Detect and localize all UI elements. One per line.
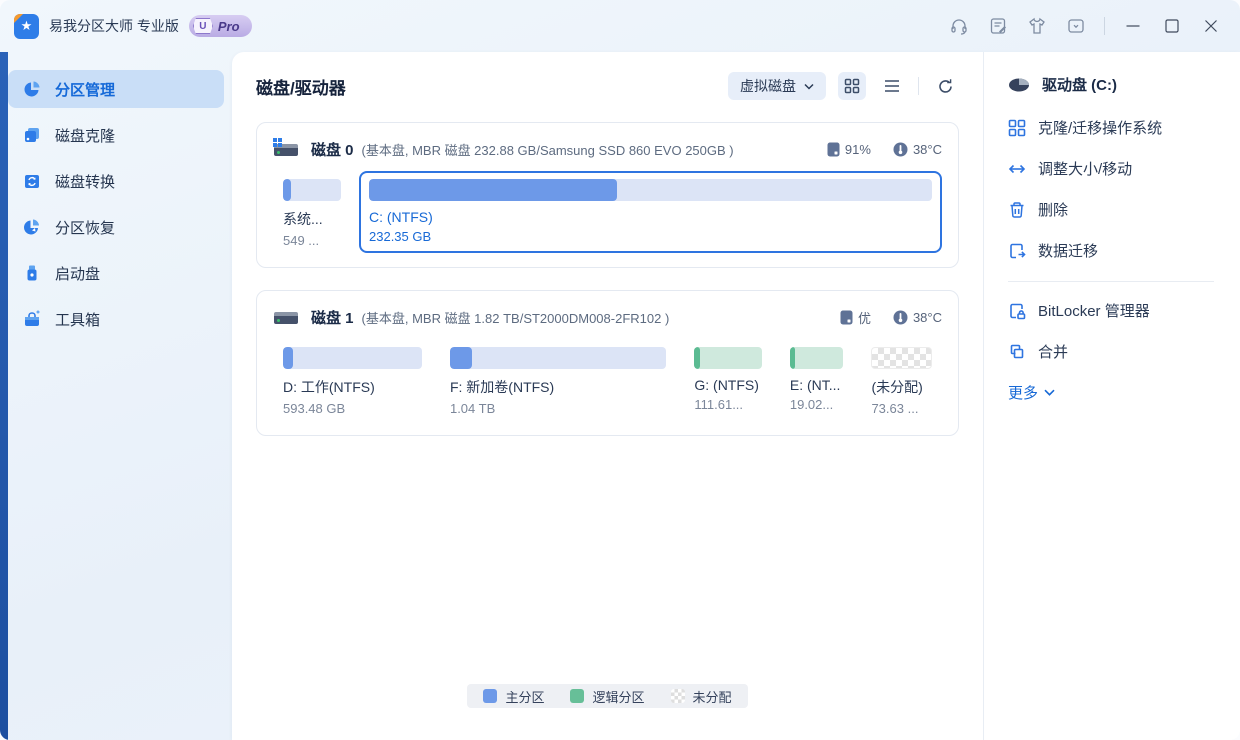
disk-card-1: 磁盘 1 (基本盘, MBR 磁盘 1.82 TB/ST2000DM008-2F… [256, 290, 959, 436]
panel-divider [1008, 281, 1214, 282]
page-title: 磁盘/驱动器 [256, 74, 346, 99]
refresh-icon [937, 78, 954, 95]
toolbar-separator [918, 77, 919, 95]
toolbox-icon [22, 309, 42, 329]
disk-temperature-badge: 38°C [893, 142, 942, 157]
action-data-migration[interactable]: 数据迁移 [1008, 240, 1230, 261]
windows-badge-icon [273, 138, 282, 147]
more-actions-link[interactable]: 更多 [1008, 382, 1230, 403]
app-logo-icon: ★ [14, 14, 39, 39]
sidebar: 分区管理 磁盘克隆 磁盘转换 [8, 52, 232, 740]
merge-icon [1008, 343, 1026, 361]
bootable-usb-icon [22, 263, 42, 283]
disk-icon [273, 306, 299, 328]
pro-badge: U Pro [189, 15, 252, 37]
ssd-health-icon [840, 310, 853, 325]
action-clone-migrate-os[interactable]: 克隆/迁移操作系统 [1008, 117, 1230, 138]
disk-convert-icon [22, 171, 42, 191]
list-view-icon [884, 79, 900, 93]
thermometer-icon [893, 142, 908, 157]
bitlocker-lock-icon [1008, 302, 1026, 320]
sidebar-item-bootable-disk[interactable]: 启动盘 [8, 254, 224, 292]
selected-drive-header: 驱动盘 (C:) [1008, 74, 1230, 95]
sidebar-item-disk-convert[interactable]: 磁盘转换 [8, 162, 224, 200]
grid-view-icon [844, 78, 860, 94]
legend-unallocated: 未分配 [671, 687, 732, 706]
partition-g[interactable]: G: (NTFS) 111.61... [684, 339, 772, 421]
legend-primary: 主分区 [483, 687, 544, 706]
disk-details: (基本盘, MBR 磁盘 1.82 TB/ST2000DM008-2FR102 … [362, 308, 670, 327]
app-window: ★ 易我分区大师 专业版 U Pro [0, 0, 1240, 740]
minimize-icon[interactable] [1122, 15, 1144, 37]
grid-view-button[interactable] [838, 72, 866, 100]
clone-os-grid-icon [1008, 119, 1026, 137]
action-delete[interactable]: 删除 [1008, 199, 1230, 220]
theme-tshirt-icon[interactable] [1026, 15, 1048, 37]
chevron-down-icon [804, 83, 814, 90]
disk-details: (基本盘, MBR 磁盘 232.88 GB/Samsung SSD 860 E… [362, 140, 734, 159]
sidebar-item-toolbox[interactable]: 工具箱 [8, 300, 224, 338]
maximize-icon[interactable] [1161, 15, 1183, 37]
system-disk-icon [273, 138, 299, 160]
logical-swatch-icon [570, 689, 584, 703]
app-title: 易我分区大师 专业版 [49, 16, 179, 36]
disk-temperature-badge: 38°C [893, 310, 942, 325]
menu-box-icon[interactable] [1065, 15, 1087, 37]
drive-pie-icon [1008, 77, 1030, 93]
sidebar-item-partition-recovery[interactable]: 分区恢复 [8, 208, 224, 246]
disk-list-panel: 磁盘/驱动器 虚拟磁盘 [232, 52, 984, 740]
sidebar-item-partition-manager[interactable]: 分区管理 [8, 70, 224, 108]
trash-icon [1008, 201, 1026, 219]
thermometer-icon [893, 310, 908, 325]
partition-unallocated[interactable]: (未分配) 73.63 ... [861, 339, 942, 425]
action-panel: 驱动盘 (C:) 克隆/迁移操作系统 调整大小/移动 [984, 52, 1240, 740]
partition-recovery-icon [22, 217, 42, 237]
titlebar-separator [1104, 17, 1105, 35]
close-icon[interactable] [1200, 15, 1222, 37]
refresh-button[interactable] [931, 72, 959, 100]
resize-move-icon [1008, 160, 1026, 178]
action-bitlocker-manager[interactable]: BitLocker 管理器 [1008, 300, 1230, 321]
partition-legend: 主分区 逻辑分区 未分配 [467, 684, 747, 708]
ssd-health-icon [827, 142, 840, 157]
primary-swatch-icon [483, 689, 497, 703]
sidebar-item-disk-clone[interactable]: 磁盘克隆 [8, 116, 224, 154]
unallocated-swatch-icon [671, 689, 685, 703]
virtual-disk-dropdown[interactable]: 虚拟磁盘 [728, 72, 826, 100]
headset-icon[interactable] [948, 15, 970, 37]
disk-clone-icon [22, 125, 42, 145]
pie-partition-icon [22, 79, 42, 99]
partition-e[interactable]: E: (NT... 19.02... [780, 339, 854, 421]
action-merge[interactable]: 合并 [1008, 341, 1230, 362]
titlebar: ★ 易我分区大师 专业版 U Pro [0, 0, 1240, 52]
list-view-button[interactable] [878, 72, 906, 100]
partition-system-reserved[interactable]: 系统... 549 ... [273, 171, 351, 257]
partition-f[interactable]: F: 新加卷(NTFS) 1.04 TB [440, 339, 676, 425]
chevron-down-icon [1044, 389, 1055, 396]
partition-c-selected[interactable]: C: (NTFS) 232.35 GB [359, 171, 942, 253]
disk-card-0: 磁盘 0 (基本盘, MBR 磁盘 232.88 GB/Samsung SSD … [256, 122, 959, 268]
disk-health-badge: 91% [827, 142, 871, 157]
partition-d[interactable]: D: 工作(NTFS) 593.48 GB [273, 339, 432, 425]
data-migrate-icon [1008, 242, 1026, 260]
feedback-note-icon[interactable] [987, 15, 1009, 37]
legend-logical: 逻辑分区 [570, 687, 644, 706]
disk-name: 磁盘 0 [311, 139, 354, 160]
disk-name: 磁盘 1 [311, 307, 354, 328]
disk-health-badge: 优 [840, 308, 871, 327]
action-resize-move[interactable]: 调整大小/移动 [1008, 158, 1230, 179]
left-accent-strip [0, 52, 8, 740]
pro-gem-icon: U [193, 18, 213, 34]
